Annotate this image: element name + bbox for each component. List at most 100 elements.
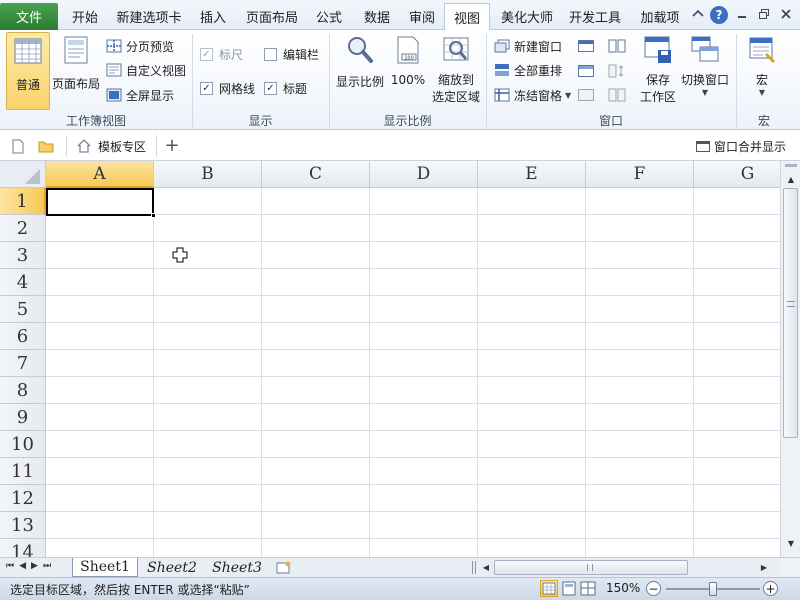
column-header-b[interactable]: B: [154, 161, 262, 188]
gridlines-checkbox[interactable]: ✓ 网格线: [200, 78, 255, 98]
restore-icon[interactable]: [756, 6, 772, 22]
row-header-7[interactable]: 7: [0, 350, 46, 377]
insert-sheet-icon[interactable]: [276, 561, 292, 574]
row-header-8[interactable]: 8: [0, 377, 46, 404]
add-tab-button[interactable]: +: [162, 134, 182, 156]
page-break-status-icon[interactable]: [580, 581, 596, 596]
tab-beautify[interactable]: 美化大师: [494, 3, 560, 30]
scroll-down-arrow-icon[interactable]: ▼: [782, 535, 800, 551]
macro-button[interactable]: 宏 ▼: [742, 35, 782, 109]
zoom-out-icon[interactable]: −: [646, 581, 661, 596]
sheet-tab-sheet2[interactable]: Sheet2: [140, 558, 204, 577]
row-header-3[interactable]: 3: [0, 242, 46, 269]
headings-checkbox[interactable]: ✓ 标题: [264, 78, 307, 98]
minimize-icon[interactable]: [734, 6, 750, 22]
headings-check-icon: ✓: [264, 81, 277, 95]
tab-addins[interactable]: 加载项: [632, 3, 688, 30]
row-header-6[interactable]: 6: [0, 323, 46, 350]
normal-view-status-button[interactable]: [540, 580, 558, 597]
column-header-e[interactable]: E: [478, 161, 586, 188]
row-header-4[interactable]: 4: [0, 269, 46, 296]
custom-view-button[interactable]: 自定义视图: [106, 60, 186, 80]
tab-data[interactable]: 数据: [354, 3, 400, 30]
ruler-checkbox[interactable]: ✓ 标尺: [200, 44, 243, 64]
vertical-scrollbar[interactable]: ▲ ▼: [780, 161, 800, 557]
tab-page-layout[interactable]: 页面布局: [240, 3, 304, 30]
column-header-d[interactable]: D: [370, 161, 478, 188]
gridline: [46, 430, 780, 431]
zoom-slider-thumb[interactable]: [709, 582, 717, 596]
tab-new-tab[interactable]: 新建选项卡: [110, 3, 188, 30]
select-all-corner[interactable]: [0, 161, 46, 188]
freeze-panes-button[interactable]: 冻结窗格 ▼: [494, 85, 571, 105]
reset-position-icon[interactable]: [608, 88, 626, 102]
magnifier-icon: [348, 37, 373, 63]
sheet-nav-arrows[interactable]: ⏮◀▶⏭: [6, 561, 56, 571]
row-header-12[interactable]: 12: [0, 485, 46, 512]
column-header-g[interactable]: G: [694, 161, 780, 188]
vertical-scroll-thumb[interactable]: [783, 188, 798, 438]
folder-icon[interactable]: [38, 140, 54, 153]
sheet-tab-sheet3[interactable]: Sheet3: [206, 558, 268, 577]
row-header-13[interactable]: 13: [0, 512, 46, 539]
column-header-a[interactable]: A: [46, 161, 154, 188]
row-header-11[interactable]: 11: [0, 458, 46, 485]
page-break-preview-button[interactable]: 分页预览: [106, 36, 174, 56]
switch-window-button[interactable]: 切换窗口 ▼: [680, 35, 730, 109]
tab-review[interactable]: 审阅: [402, 3, 442, 30]
menu-bar: 文件 开始 新建选项卡 插入 页面布局 公式 数据 审阅 视图 美化大师 开发工…: [0, 0, 800, 31]
gridline: [46, 457, 780, 458]
tab-formulas[interactable]: 公式: [306, 3, 352, 30]
split-box[interactable]: [782, 161, 800, 171]
unhide-window-icon[interactable]: [578, 89, 594, 101]
normal-view-button[interactable]: 普通: [6, 32, 50, 110]
ribbon-collapse-icon[interactable]: [690, 6, 706, 22]
new-window-button[interactable]: 新建窗口: [494, 36, 562, 56]
scroll-right-arrow-icon[interactable]: ▶: [758, 560, 770, 575]
zoom-level-text[interactable]: 150%: [606, 581, 640, 595]
tab-insert[interactable]: 插入: [190, 3, 236, 30]
zoom-in-icon[interactable]: +: [763, 581, 778, 596]
page-layout-status-icon[interactable]: [561, 581, 577, 596]
row-header-10[interactable]: 10: [0, 431, 46, 458]
zoom-button[interactable]: 显示比例: [334, 35, 386, 107]
row-header-1[interactable]: 1: [0, 188, 46, 215]
spreadsheet-grid[interactable]: A B C D E F G 1 2 3 4 5 6 7 8 9 10 11 12…: [0, 161, 780, 557]
save-workspace-button[interactable]: 保存 工作区: [636, 35, 680, 109]
template-zone-tab[interactable]: 模板专区: [72, 135, 152, 157]
page-layout-view-button[interactable]: 页面布局: [50, 35, 102, 107]
gridline: [46, 511, 780, 512]
merge-windows-button[interactable]: 窗口合并显示: [696, 137, 786, 155]
gridline: [46, 349, 780, 350]
new-file-icon[interactable]: [12, 139, 24, 154]
hide-window-icon[interactable]: [578, 65, 594, 77]
row-header-9[interactable]: 9: [0, 404, 46, 431]
column-header-f[interactable]: F: [586, 161, 694, 188]
scroll-left-arrow-icon[interactable]: ◀: [480, 560, 492, 575]
row-header-2[interactable]: 2: [0, 215, 46, 242]
row-header-14[interactable]: 14: [0, 539, 46, 557]
fill-handle[interactable]: [151, 213, 156, 218]
active-cell-a1[interactable]: [46, 188, 154, 216]
fullscreen-button[interactable]: 全屏显示: [106, 85, 174, 105]
sheet-tab-sheet1[interactable]: Sheet1: [72, 558, 138, 577]
formula-bar-checkbox[interactable]: 编辑栏: [264, 44, 319, 64]
sync-scroll-icon[interactable]: [608, 64, 626, 78]
horizontal-scroll-thumb[interactable]: [494, 560, 688, 575]
row-header-5[interactable]: 5: [0, 296, 46, 323]
column-header-c[interactable]: C: [262, 161, 370, 188]
tab-view[interactable]: 视图: [444, 3, 490, 31]
file-tab[interactable]: 文件: [0, 3, 58, 30]
arrange-all-button[interactable]: 全部重排: [494, 60, 562, 80]
side-by-side-icon[interactable]: [608, 39, 626, 53]
tab-split-handle[interactable]: [472, 561, 476, 574]
separator: [66, 135, 67, 157]
split-icon[interactable]: [578, 40, 594, 52]
help-icon[interactable]: ?: [710, 6, 728, 24]
close-icon[interactable]: [778, 6, 794, 22]
zoom-100-button[interactable]: 100 100%: [388, 35, 428, 107]
zoom-to-selection-button[interactable]: 缩放到 选定区域: [428, 35, 484, 109]
tab-home[interactable]: 开始: [60, 3, 110, 30]
scroll-up-arrow-icon[interactable]: ▲: [782, 171, 800, 187]
tab-developer[interactable]: 开发工具: [562, 3, 628, 30]
